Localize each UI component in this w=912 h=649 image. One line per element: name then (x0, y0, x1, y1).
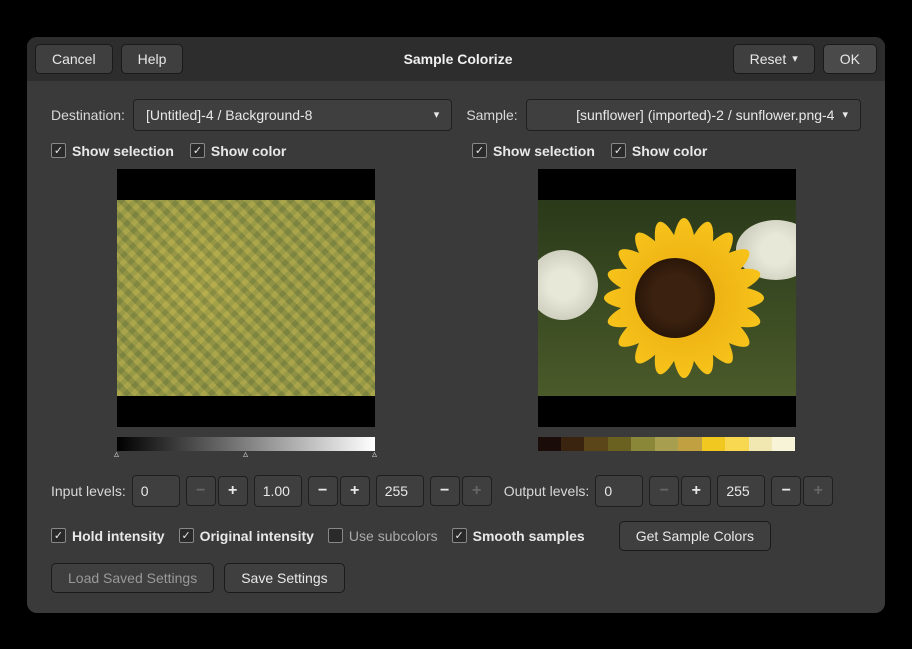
sample-checkbox-row: Show selection Show color (472, 143, 861, 159)
hold-intensity-checkbox[interactable]: Hold intensity (51, 528, 165, 544)
input-high-plus[interactable]: + (462, 476, 492, 506)
use-subcolors-checkbox[interactable]: Use subcolors (328, 528, 438, 544)
output-high-field[interactable] (717, 475, 765, 507)
get-sample-colors-button[interactable]: Get Sample Colors (619, 521, 771, 551)
checkbox-label: Show selection (72, 143, 174, 159)
sample-show-color-checkbox[interactable]: Show color (611, 143, 707, 159)
content: Destination: [Untitled]-4 / Background-8… (27, 81, 885, 613)
sample-panel: Show selection Show color (472, 143, 861, 461)
input-high-field[interactable] (376, 475, 424, 507)
sample-select[interactable]: [sunflower] (imported)-2 / sunflower.png… (526, 99, 861, 131)
input-gamma-field[interactable] (254, 475, 302, 507)
checkbox-label: Show selection (493, 143, 595, 159)
checkbox-label: Original intensity (200, 528, 314, 544)
input-low-minus[interactable]: − (186, 476, 216, 506)
ok-button[interactable]: OK (823, 44, 877, 74)
sample-label: Sample: (466, 107, 517, 123)
checkbox-icon (472, 143, 487, 158)
destination-panel: Show selection Show color ▵ (51, 143, 440, 461)
checkbox-icon (452, 528, 467, 543)
bottom-row: Load Saved Settings Save Settings (51, 563, 861, 593)
checkbox-label: Show color (632, 143, 707, 159)
chevron-down-icon: ▾ (842, 108, 848, 121)
save-settings-button[interactable]: Save Settings (224, 563, 344, 593)
preview-panels: Show selection Show color ▵ (51, 143, 861, 461)
output-high-minus[interactable]: − (771, 476, 801, 506)
input-levels-label: Input levels: (51, 483, 126, 499)
output-low-plus[interactable]: + (681, 476, 711, 506)
sample-gradient[interactable] (538, 437, 796, 451)
sample-value: [sunflower] (imported)-2 / sunflower.png… (576, 107, 834, 123)
chevron-down-icon: ▾ (434, 108, 440, 121)
load-saved-settings-button[interactable]: Load Saved Settings (51, 563, 214, 593)
destination-value: [Untitled]-4 / Background-8 (146, 107, 313, 123)
smooth-samples-checkbox[interactable]: Smooth samples (452, 528, 585, 544)
checkbox-label: Use subcolors (349, 528, 438, 544)
levels-row: Input levels: − + − + − + Output levels:… (51, 475, 861, 507)
checkbox-label: Hold intensity (72, 528, 165, 544)
reset-label: Reset (750, 51, 787, 67)
sample-image (538, 200, 796, 396)
output-levels-label: Output levels: (504, 483, 590, 499)
sample-colorize-dialog: Cancel Help Sample Colorize Reset ▾ OK D… (27, 37, 885, 613)
reset-button[interactable]: Reset ▾ (733, 44, 815, 74)
checkbox-icon (611, 143, 626, 158)
help-button[interactable]: Help (121, 44, 184, 74)
destination-select[interactable]: [Untitled]-4 / Background-8 ▾ (133, 99, 452, 131)
checkbox-icon (328, 528, 343, 543)
dest-show-selection-checkbox[interactable]: Show selection (51, 143, 174, 159)
checkbox-label: Smooth samples (473, 528, 585, 544)
input-low-field[interactable] (132, 475, 180, 507)
input-gamma-minus[interactable]: − (308, 476, 338, 506)
input-low-plus[interactable]: + (218, 476, 248, 506)
slider-mid-marker[interactable]: ▵ (243, 449, 248, 460)
cancel-button[interactable]: Cancel (35, 44, 113, 74)
destination-image (117, 200, 375, 396)
checkbox-icon (51, 143, 66, 158)
options-row: Hold intensity Original intensity Use su… (51, 521, 861, 551)
original-intensity-checkbox[interactable]: Original intensity (179, 528, 314, 544)
chevron-down-icon: ▾ (792, 52, 798, 65)
sample-sliders[interactable] (538, 451, 796, 461)
slider-low-marker[interactable]: ▵ (114, 449, 119, 460)
dest-show-color-checkbox[interactable]: Show color (190, 143, 286, 159)
input-high-minus[interactable]: − (430, 476, 460, 506)
checkbox-icon (51, 528, 66, 543)
checkbox-icon (190, 143, 205, 158)
input-gamma-plus[interactable]: + (340, 476, 370, 506)
destination-sliders[interactable]: ▵ ▵ ▵ (117, 451, 375, 461)
checkbox-icon (179, 528, 194, 543)
output-low-minus[interactable]: − (649, 476, 679, 506)
slider-high-marker[interactable]: ▵ (372, 449, 377, 460)
dest-checkbox-row: Show selection Show color (51, 143, 440, 159)
titlebar: Cancel Help Sample Colorize Reset ▾ OK (27, 37, 885, 81)
output-low-field[interactable] (595, 475, 643, 507)
destination-label: Destination: (51, 107, 125, 123)
checkbox-label: Show color (211, 143, 286, 159)
sample-show-selection-checkbox[interactable]: Show selection (472, 143, 595, 159)
dialog-title: Sample Colorize (191, 51, 724, 67)
sample-preview (538, 169, 796, 427)
output-high-plus[interactable]: + (803, 476, 833, 506)
source-row: Destination: [Untitled]-4 / Background-8… (51, 99, 861, 131)
destination-preview (117, 169, 375, 427)
